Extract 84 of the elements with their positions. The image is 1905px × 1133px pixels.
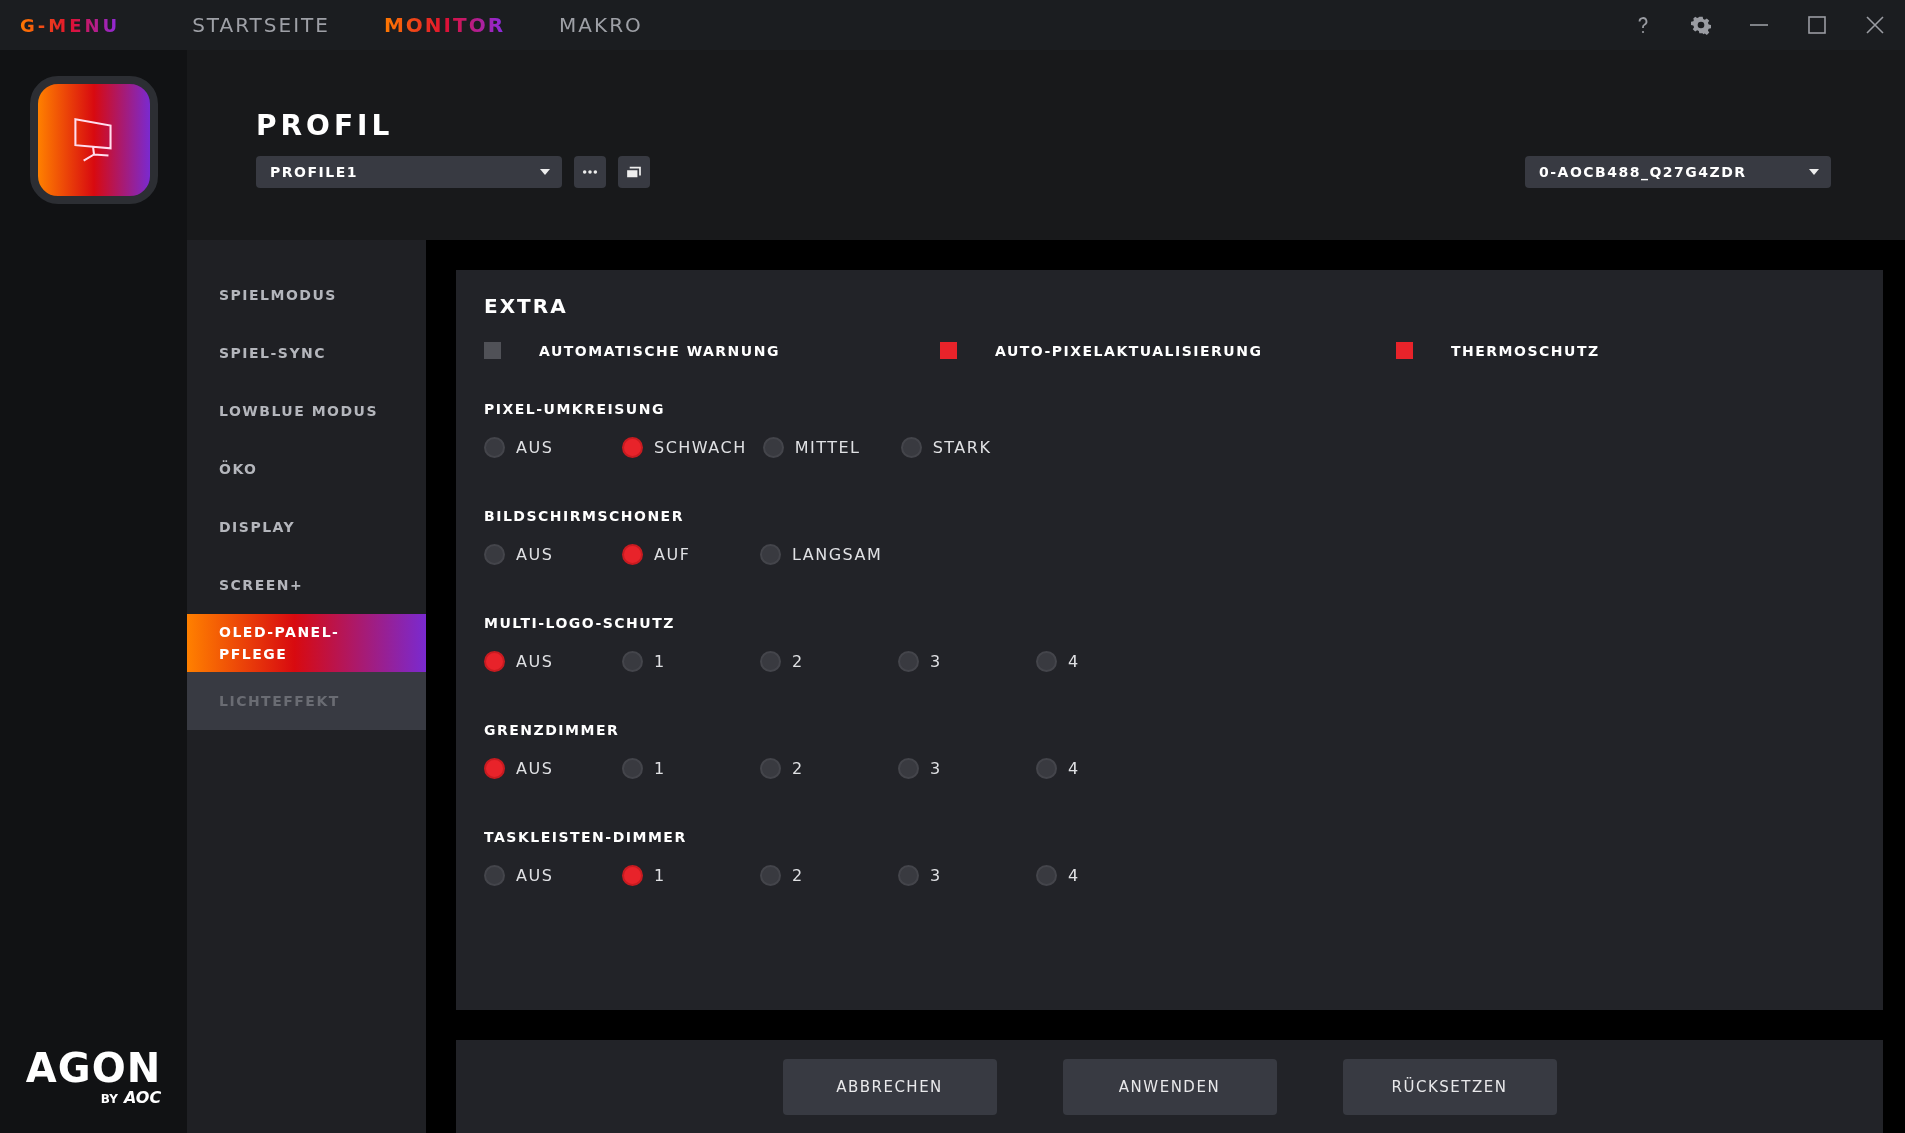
radio-label: 1 xyxy=(654,652,666,671)
radio-label: 4 xyxy=(1068,866,1080,885)
radio-label: AUS xyxy=(516,652,554,671)
group-title: BILDSCHIRMSCHONER xyxy=(484,508,685,524)
sidebar-item[interactable]: SCREEN+ xyxy=(187,556,426,614)
radio-label: MITTEL xyxy=(794,438,861,457)
radio-label: AUS xyxy=(516,545,554,564)
radio-button[interactable] xyxy=(900,437,922,458)
sidebar-item[interactable]: SPIELMODUS xyxy=(187,266,426,324)
radio-button[interactable] xyxy=(484,865,505,886)
radio-button[interactable] xyxy=(484,651,505,672)
radio-label: 2 xyxy=(792,652,804,671)
radio-button[interactable] xyxy=(622,758,643,779)
radio-button[interactable] xyxy=(898,865,919,886)
radio-button[interactable] xyxy=(898,651,919,672)
logo-by: BY xyxy=(100,1092,118,1106)
sidebar-item[interactable]: ÖKO xyxy=(187,440,426,498)
radio-button[interactable] xyxy=(1036,651,1057,672)
sidebar-item[interactable]: SPIEL-SYNC xyxy=(187,324,426,382)
action-button[interactable]: RÜCKSETZEN xyxy=(1342,1058,1557,1115)
folder-button[interactable] xyxy=(618,156,650,188)
radio-label: AUS xyxy=(516,759,554,778)
group-title: GRENZDIMMER xyxy=(484,722,621,738)
radio-button[interactable] xyxy=(622,865,643,886)
radio-label: AUS xyxy=(516,866,554,885)
profile-dropdown[interactable]: PROFILE1 xyxy=(256,156,562,188)
radio-label: STARK xyxy=(932,438,992,457)
radio-button[interactable] xyxy=(760,651,781,672)
radio-label: 2 xyxy=(792,759,804,778)
radio-button[interactable] xyxy=(622,544,643,565)
radio-button[interactable] xyxy=(760,758,781,779)
radio-label: 4 xyxy=(1068,759,1080,778)
radio-button[interactable] xyxy=(1036,865,1057,886)
profile-title: PROFIL xyxy=(256,109,395,142)
checkbox-label: THERMOSCHUTZ xyxy=(1451,342,1600,359)
dots-icon xyxy=(582,169,598,175)
radio-label: 4 xyxy=(1068,652,1080,671)
radio-label: 2 xyxy=(792,866,804,885)
sidebar-item[interactable]: LOWBLUE MODUS xyxy=(187,382,426,440)
radio-button[interactable] xyxy=(622,437,643,458)
radio-button[interactable] xyxy=(622,651,643,672)
radio-label: 3 xyxy=(930,652,942,671)
sidebar-item[interactable]: OLED-PANEL-PFLEGE xyxy=(187,614,426,672)
radio-button[interactable] xyxy=(484,437,505,458)
radio-label: 3 xyxy=(930,866,942,885)
nav-tab[interactable]: MAKRO xyxy=(559,13,643,37)
settings-icon[interactable] xyxy=(1691,15,1711,35)
group-title: PIXEL-UMKREISUNG xyxy=(484,401,666,417)
radio-button[interactable] xyxy=(898,758,919,779)
caret-icon xyxy=(540,169,550,175)
radio-label: SCHWACH xyxy=(654,438,747,457)
radio-button[interactable] xyxy=(762,437,784,458)
logo-brand: AGON xyxy=(25,1048,162,1088)
action-button[interactable]: ABBRECHEN xyxy=(782,1058,997,1115)
maximize-icon[interactable] xyxy=(1807,15,1827,35)
monitor-dropdown[interactable]: 0-AOCB488_Q27G4ZDR xyxy=(1525,156,1831,188)
group-title: TASKLEISTEN-DIMMER xyxy=(484,829,688,845)
radio-button[interactable] xyxy=(760,865,781,886)
section-title: EXTRA xyxy=(484,294,569,318)
radio-button[interactable] xyxy=(484,758,505,779)
action-button[interactable]: ANWENDEN xyxy=(1062,1058,1277,1115)
radio-button[interactable] xyxy=(1036,758,1057,779)
more-button[interactable] xyxy=(574,156,606,188)
checkbox-label: AUTO-PIXELAKTUALISIERUNG xyxy=(995,342,1263,359)
radio-label: 1 xyxy=(654,866,666,885)
logo-maker: AOC xyxy=(123,1088,162,1107)
radio-label: 3 xyxy=(930,759,942,778)
sidebar-item[interactable]: DISPLAY xyxy=(187,498,426,556)
folder-icon xyxy=(626,166,642,178)
radio-button[interactable] xyxy=(484,544,505,565)
close-icon[interactable] xyxy=(1865,15,1885,35)
checkbox[interactable] xyxy=(940,342,957,359)
radio-button[interactable] xyxy=(760,544,781,565)
radio-label: AUF xyxy=(654,545,691,564)
checkbox[interactable] xyxy=(1396,342,1413,359)
caret-icon xyxy=(1809,169,1819,175)
monitor-app-icon xyxy=(29,76,158,204)
checkbox-label: AUTOMATISCHE WARNUNG xyxy=(539,342,780,359)
radio-label: AUS xyxy=(516,438,554,457)
radio-label: LANGSAM xyxy=(792,545,883,564)
nav-tab[interactable]: STARTSEITE xyxy=(192,13,330,37)
group-title: MULTI-LOGO-SCHUTZ xyxy=(484,615,676,631)
checkbox[interactable] xyxy=(484,342,501,359)
radio-label: 1 xyxy=(654,759,666,778)
